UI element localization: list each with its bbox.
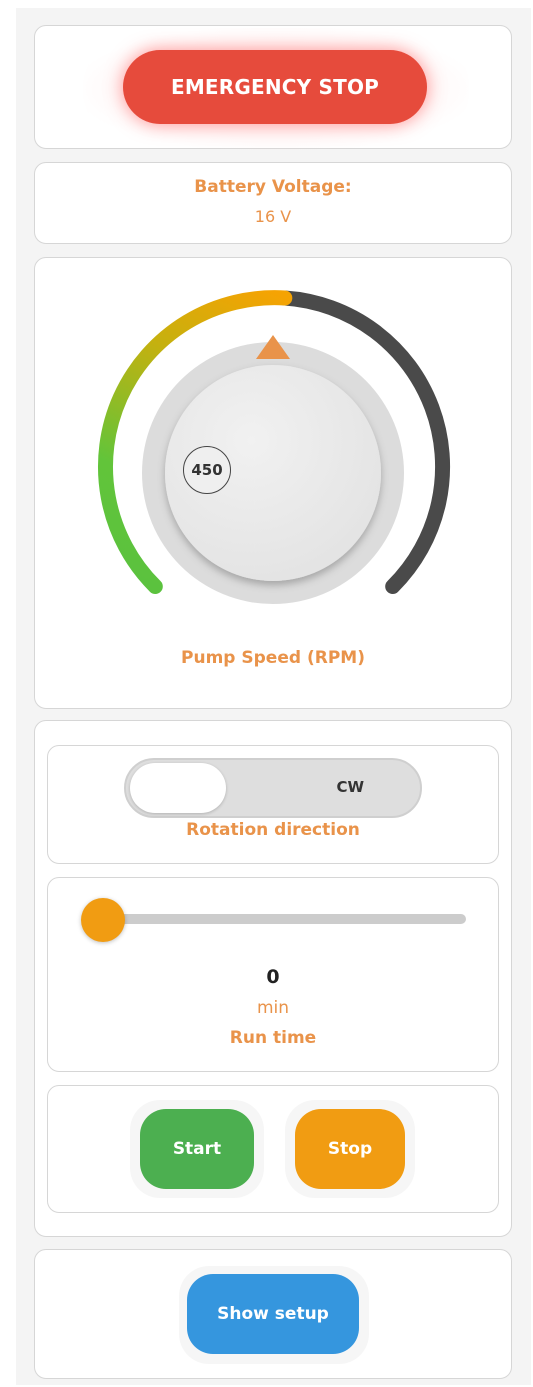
run-time-slider-thumb[interactable] bbox=[81, 898, 125, 942]
rotation-card: CW Rotation direction bbox=[47, 745, 499, 864]
battery-card: Battery Voltage: 16 V bbox=[34, 162, 512, 244]
run-time-label: Run time bbox=[229, 1028, 317, 1048]
rotation-toggle[interactable]: CW bbox=[124, 758, 422, 818]
show-setup-button[interactable]: Show setup bbox=[187, 1274, 359, 1354]
stop-button[interactable]: Stop bbox=[295, 1109, 405, 1189]
run-time-unit: min bbox=[256, 998, 290, 1018]
pump-speed-card: 450 Pump Speed (RPM) bbox=[34, 257, 512, 709]
run-time-value: 0 bbox=[266, 966, 280, 988]
pump-speed-label: Pump Speed (RPM) bbox=[181, 648, 365, 668]
battery-voltage-value: 16 V bbox=[254, 207, 292, 226]
rotation-state-text: CW bbox=[336, 778, 364, 796]
run-time-slider-track[interactable] bbox=[100, 914, 466, 924]
start-button[interactable]: Start bbox=[140, 1109, 254, 1189]
controls-card: CW Rotation direction 0 min Run time Sta… bbox=[34, 720, 512, 1237]
battery-voltage-label: Battery Voltage: bbox=[194, 177, 352, 197]
run-time-card: 0 min Run time bbox=[47, 877, 499, 1072]
emergency-card: EMERGENCY STOP bbox=[34, 25, 512, 150]
start-stop-card: Start Stop bbox=[47, 1085, 499, 1213]
rotation-direction-label: Rotation direction bbox=[186, 820, 360, 840]
pump-speed-gauge bbox=[98, 290, 451, 604]
emergency-stop-button[interactable]: EMERGENCY STOP bbox=[123, 50, 427, 124]
toggle-knob bbox=[130, 763, 226, 813]
page-background: EMERGENCY STOP Battery Voltage: 16 V 450… bbox=[16, 8, 531, 1385]
pump-speed-value: 450 bbox=[183, 446, 231, 494]
setup-card: Show setup bbox=[34, 1249, 512, 1379]
